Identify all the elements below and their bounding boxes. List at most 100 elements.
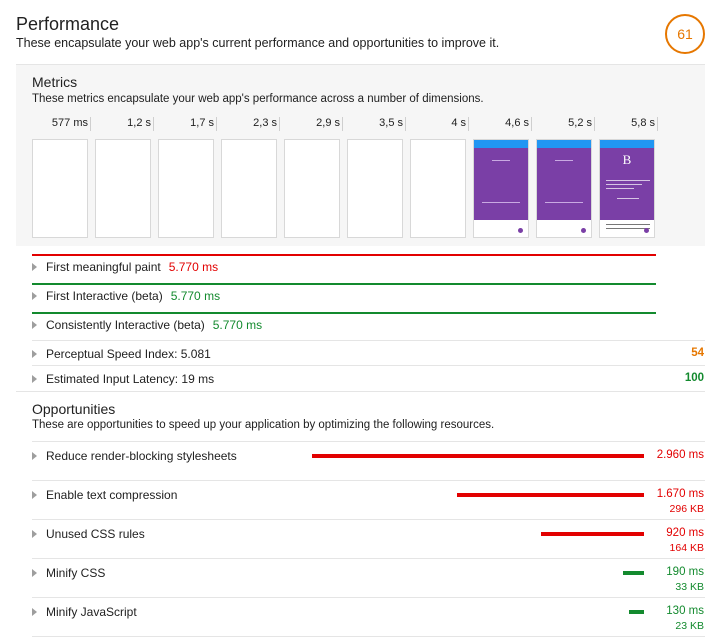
divider: [32, 558, 705, 559]
metric-value: 5.770 ms: [170, 289, 221, 303]
first-interactive-timeline-line: [32, 283, 656, 285]
expand-arrow-icon[interactable]: [32, 491, 37, 499]
consistently-interactive-timeline-line: [32, 312, 656, 314]
metric-value: 5.770 ms: [212, 318, 263, 332]
filmstrip-frame: [473, 139, 529, 238]
divider: [32, 340, 705, 341]
timeline-tick-label: 3,5 s: [379, 117, 403, 129]
performance-score: 61: [677, 26, 693, 42]
placeholder-line: [482, 202, 520, 203]
metric-score: 54: [691, 347, 704, 359]
divider: [32, 597, 705, 598]
timeline-tick-label: 5,8 s: [631, 117, 655, 129]
opportunity-label: Unused CSS rules: [46, 527, 145, 541]
opportunity-time: 190 ms: [666, 566, 704, 578]
placeholder-line: [545, 202, 583, 203]
expand-arrow-icon[interactable]: [32, 608, 37, 616]
divider: [16, 391, 705, 392]
divider: [32, 441, 705, 442]
app-text-line: [606, 188, 634, 189]
timeline-tick-label: 5,2 s: [568, 117, 592, 129]
app-text-line: [606, 180, 650, 181]
divider: [32, 636, 705, 637]
app-logo-letter: B: [622, 152, 632, 167]
filmstrip-frame: [347, 139, 403, 238]
opportunity-bar: [629, 610, 644, 614]
filmstrip-frame: [95, 139, 151, 238]
opportunity-row[interactable]: Reduce render-blocking stylesheets: [32, 446, 237, 466]
expand-arrow-icon[interactable]: [32, 350, 37, 358]
opportunity-bar: [312, 454, 644, 458]
filmstrip-frame: [158, 139, 214, 238]
opportunity-label: Enable text compression: [46, 488, 178, 502]
fab-icon: [581, 228, 586, 233]
metric-label: First meaningful paint: [46, 260, 161, 274]
timeline-tick-label: 1,2 s: [127, 117, 151, 129]
expand-arrow-icon[interactable]: [32, 452, 37, 460]
app-body: [474, 148, 528, 220]
opportunity-label: Minify CSS: [46, 566, 106, 580]
opportunity-row[interactable]: Enable text compression: [32, 485, 177, 505]
app-footer-line: [606, 224, 650, 225]
expand-arrow-icon[interactable]: [32, 569, 37, 577]
app-body: [537, 148, 591, 220]
expand-arrow-icon[interactable]: [32, 530, 37, 538]
placeholder-line: [492, 160, 510, 161]
timeline-tick-label: 577 ms: [51, 117, 88, 129]
app-button-line: [617, 198, 639, 199]
metric-label: First Interactive (beta): [46, 289, 163, 303]
filmstrip-frame: [410, 139, 466, 238]
timeline-tick-label: 2,3 s: [253, 117, 277, 129]
opportunity-label: Minify JavaScript: [46, 605, 137, 619]
opportunity-row[interactable]: Minify CSS: [32, 563, 105, 583]
app-header-bar: [474, 140, 528, 148]
filmstrip-frame: [536, 139, 592, 238]
expand-arrow-icon[interactable]: [32, 292, 37, 300]
opportunity-bar: [457, 493, 644, 497]
filmstrip-frame: B: [599, 139, 655, 238]
opportunity-size: 33 KB: [675, 581, 704, 593]
performance-description: These encapsulate your web app's current…: [16, 36, 500, 50]
opportunity-time: 2.960 ms: [656, 449, 704, 461]
metric-label: Consistently Interactive (beta): [46, 318, 205, 332]
opportunity-size: 296 KB: [669, 503, 704, 515]
placeholder-line: [555, 160, 573, 161]
timeline-tick-line: [657, 117, 658, 131]
opportunity-row[interactable]: Unused CSS rules: [32, 524, 145, 544]
fmp-timeline-line: [32, 254, 656, 256]
app-header-bar: [537, 140, 591, 148]
divider: [32, 480, 705, 481]
metric-row-estimated-input-latency[interactable]: Estimated Input Latency: 19 ms: [32, 369, 214, 389]
opportunity-bar: [541, 532, 644, 536]
expand-arrow-icon[interactable]: [32, 375, 37, 383]
timeline-tick-label: 1,7 s: [190, 117, 214, 129]
metrics-description: These metrics encapsulate your web app's…: [32, 93, 484, 105]
fab-icon: [644, 228, 649, 233]
metric-value: 5.770 ms: [168, 260, 219, 274]
metric-row-first-meaningful-paint[interactable]: First meaningful paint 5.770 ms: [32, 257, 218, 277]
metric-label: Estimated Input Latency: 19 ms: [46, 372, 215, 386]
filmstrip-frame: [284, 139, 340, 238]
opportunity-label: Reduce render-blocking stylesheets: [46, 449, 237, 463]
expand-arrow-icon[interactable]: [32, 321, 37, 329]
metric-row-perceptual-speed-index[interactable]: Perceptual Speed Index: 5.081: [32, 344, 211, 364]
filmstrip-frame: [221, 139, 277, 238]
metric-label: Perceptual Speed Index: 5.081: [46, 347, 211, 361]
filmstrip-frame: [32, 139, 88, 238]
divider: [32, 365, 705, 366]
fab-icon: [518, 228, 523, 233]
timeline-tick-label: 4 s: [451, 117, 466, 129]
opportunities-title: Opportunities: [32, 401, 116, 417]
app-header-bar: [600, 140, 654, 148]
metric-row-first-interactive[interactable]: First Interactive (beta) 5.770 ms: [32, 286, 220, 306]
divider: [32, 519, 705, 520]
expand-arrow-icon[interactable]: [32, 263, 37, 271]
opportunity-time: 920 ms: [666, 527, 704, 539]
opportunity-row[interactable]: Minify JavaScript: [32, 602, 137, 622]
metric-score: 100: [684, 372, 704, 384]
metric-row-consistently-interactive[interactable]: Consistently Interactive (beta) 5.770 ms: [32, 315, 262, 335]
performance-title: Performance: [16, 14, 120, 34]
opportunities-description: These are opportunities to speed up your…: [32, 419, 495, 431]
metrics-title: Metrics: [32, 74, 78, 90]
opportunity-time: 130 ms: [666, 605, 704, 617]
